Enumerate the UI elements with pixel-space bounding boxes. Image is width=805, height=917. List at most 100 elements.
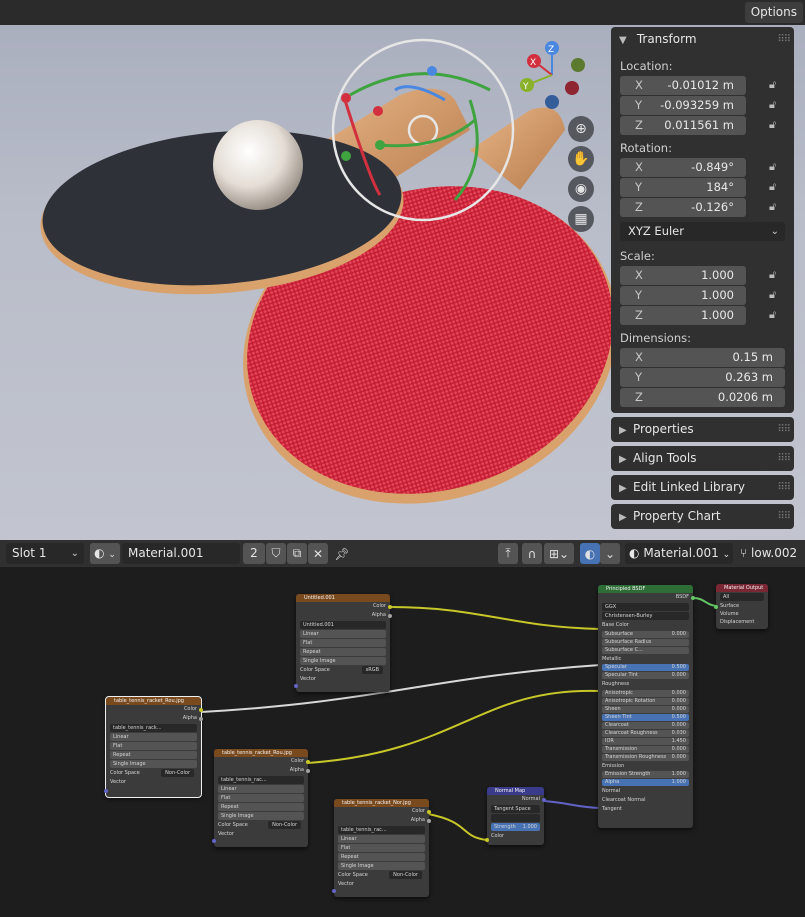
drag-grip-icon[interactable]: ⠿⠿: [777, 446, 791, 471]
node-title[interactable]: Untitled.001: [296, 594, 390, 602]
bsdf-input-roughness[interactable]: Roughness: [598, 680, 693, 689]
projection-dropdown[interactable]: Flat: [338, 844, 425, 852]
pan-hand-icon[interactable]: ✋: [568, 146, 594, 172]
rotation-z-field[interactable]: Z -0.126° 🔓︎: [620, 198, 776, 217]
bsdf-input-sheen[interactable]: Sheen 0.000: [602, 705, 689, 713]
transform-panel-header[interactable]: ▼ Transform ⠿⠿: [611, 27, 794, 52]
drag-grip-icon[interactable]: ⠿⠿: [777, 27, 791, 52]
scale-y-field[interactable]: Y 1.000 🔓︎: [620, 286, 776, 305]
bsdf-input-clearcoat-normal[interactable]: Clearcoat Normal: [598, 796, 693, 805]
interpolation-dropdown[interactable]: Linear: [110, 733, 197, 741]
output-socket[interactable]: [199, 708, 203, 712]
node-title[interactable]: Normal Map: [487, 787, 544, 795]
projection-dropdown[interactable]: Flat: [110, 742, 197, 750]
image-texture-node[interactable]: table_tennis_racket_Rou.jpg Color Alpha …: [212, 749, 310, 847]
close-icon[interactable]: ✕: [308, 543, 328, 564]
output-socket[interactable]: [306, 760, 310, 764]
source-dropdown[interactable]: Single Image: [338, 862, 425, 870]
node-title[interactable]: Principled BSDF: [598, 585, 693, 593]
lock-icon[interactable]: 🔓︎: [769, 160, 783, 174]
principled-bsdf-node[interactable]: Principled BSDF BSDF GGX Christensen-Bur…: [598, 585, 695, 828]
color-space-row[interactable]: Color Space sRGB: [300, 666, 386, 674]
duplicate-material-icon[interactable]: ⧉: [287, 543, 307, 564]
bsdf-input-specular[interactable]: Specular 0.500: [602, 664, 689, 672]
right-material-dropdown[interactable]: ◐ Material.001 ⌄: [625, 543, 733, 564]
color-space-row[interactable]: Color Space Non-Color: [338, 871, 425, 879]
extension-dropdown[interactable]: Repeat: [110, 751, 197, 759]
source-dropdown[interactable]: Single Image: [110, 760, 197, 768]
image-selector[interactable]: Untitled.001: [300, 621, 386, 629]
source-dropdown[interactable]: Single Image: [218, 812, 304, 820]
bsdf-input-alpha[interactable]: Alpha 1.000: [602, 779, 689, 787]
rotation-x-field[interactable]: X -0.849° 🔓︎: [620, 158, 776, 177]
bsdf-input-anisotropic[interactable]: Anisotropic 0.000: [602, 689, 689, 697]
bsdf-input-emission-strength[interactable]: Emission Strength 1.000: [602, 771, 689, 779]
interpolation-dropdown[interactable]: Linear: [218, 785, 304, 793]
interpolation-dropdown[interactable]: Linear: [338, 835, 425, 843]
lock-icon[interactable]: 🔓︎: [769, 308, 783, 322]
zoom-icon[interactable]: ⊕: [568, 116, 594, 142]
lock-icon[interactable]: 🔓︎: [769, 288, 783, 302]
node-title[interactable]: table_tennis_racket_Rou.jpg: [106, 697, 201, 705]
lock-icon[interactable]: 🔓︎: [769, 180, 783, 194]
drag-grip-icon[interactable]: ⠿⠿: [777, 417, 791, 442]
rotation-y-field[interactable]: Y 184° 🔓︎: [620, 178, 776, 197]
image-selector[interactable]: table_tennis_rack...: [110, 724, 197, 732]
lock-icon[interactable]: 🔓︎: [769, 268, 783, 282]
scale-z-field[interactable]: Z 1.000 🔓︎: [620, 306, 776, 325]
edit-linked-library-panel[interactable]: ▶ Edit Linked Library ⠿⠿: [611, 475, 794, 500]
bsdf-input-sheen-tint[interactable]: Sheen Tint 0.500: [602, 713, 689, 721]
source-dropdown[interactable]: Single Image: [300, 657, 386, 665]
image-texture-node[interactable]: table_tennis_racket_Rou.jpg Color Alpha …: [104, 696, 203, 798]
node-title[interactable]: Material Output: [716, 584, 768, 592]
drag-grip-icon[interactable]: ⠿⠿: [777, 504, 791, 529]
location-x-field[interactable]: X -0.01012 m 🔓︎: [620, 76, 776, 95]
projection-dropdown[interactable]: Flat: [218, 794, 304, 802]
bsdf-input-tangent[interactable]: Tangent: [598, 805, 693, 814]
color-space-row[interactable]: Color Space Non-Color: [110, 769, 197, 777]
dimensions-y-field[interactable]: Y 0.263 m: [620, 368, 785, 387]
image-selector[interactable]: table_tennis_rac...: [338, 826, 425, 834]
dimensions-z-field[interactable]: Z 0.0206 m: [620, 388, 785, 407]
bsdf-input-anisotropic-rotation[interactable]: Anisotropic Rotation 0.000: [602, 697, 689, 705]
normal-map-node[interactable]: Normal Map Normal Tangent Space Strength…: [485, 787, 546, 845]
bsdf-input-specular-tint[interactable]: Specular Tint 0.000: [602, 672, 689, 680]
material-name-field[interactable]: Material.001: [122, 543, 240, 564]
output-socket[interactable]: [542, 798, 546, 802]
pin-icon[interactable]: 📌︎: [332, 543, 352, 564]
image-texture-node[interactable]: table_tennis_racket_Nor.jpg Color Alpha …: [332, 799, 431, 897]
bsdf-input-base-color[interactable]: Base Color: [598, 621, 693, 630]
extension-dropdown[interactable]: Repeat: [338, 853, 425, 861]
user-count-button[interactable]: 2: [243, 543, 265, 564]
property-chart-panel[interactable]: ▶ Property Chart ⠿⠿: [611, 504, 794, 529]
output-socket[interactable]: [427, 810, 431, 814]
bsdf-input-transmission-roughness[interactable]: Transmission Roughness 0.000: [602, 753, 689, 761]
bsdf-input-subsurface-c-[interactable]: Subsurface C...: [602, 646, 689, 654]
bsdf-input-clearcoat[interactable]: Clearcoat 0.000: [602, 721, 689, 729]
node-title[interactable]: table_tennis_racket_Rou.jpg: [214, 749, 308, 757]
distribution-dropdown[interactable]: GGX: [602, 603, 689, 611]
chevron-down-icon[interactable]: ⌄: [600, 543, 620, 564]
properties-panel[interactable]: ▶ Properties ⠿⠿: [611, 417, 794, 442]
material-output-node[interactable]: Material Output All Surface Volume Displ…: [714, 584, 768, 629]
parent-node-tree-icon[interactable]: ⤒: [498, 543, 518, 564]
input-socket[interactable]: [104, 789, 108, 793]
lock-icon[interactable]: 🔓︎: [769, 78, 783, 92]
overlay-toggle-icon[interactable]: ◐: [580, 543, 600, 564]
perspective-grid-icon[interactable]: ▦: [568, 206, 594, 232]
input-socket[interactable]: [212, 839, 216, 843]
color-space-row[interactable]: Color Space Non-Color: [218, 821, 304, 829]
image-texture-node[interactable]: Untitled.001 Color Alpha Untitled.001 Li…: [294, 594, 392, 692]
uv-map-field[interactable]: [491, 814, 540, 822]
bsdf-input-subsurface[interactable]: Subsurface 0.000: [602, 630, 689, 638]
interpolation-dropdown[interactable]: Linear: [300, 630, 386, 638]
bsdf-input-ior[interactable]: IOR 1.450: [602, 737, 689, 745]
extension-dropdown[interactable]: Repeat: [300, 648, 386, 656]
extension-dropdown[interactable]: Repeat: [218, 803, 304, 811]
options-button[interactable]: Options: [744, 2, 803, 23]
bsdf-input-subsurface-radius[interactable]: Subsurface Radius: [602, 638, 689, 646]
snap-grid-icon[interactable]: ⊞⌄: [544, 543, 574, 564]
output-socket[interactable]: [199, 717, 203, 721]
lock-icon[interactable]: 🔓︎: [769, 98, 783, 112]
input-socket[interactable]: [332, 889, 336, 893]
